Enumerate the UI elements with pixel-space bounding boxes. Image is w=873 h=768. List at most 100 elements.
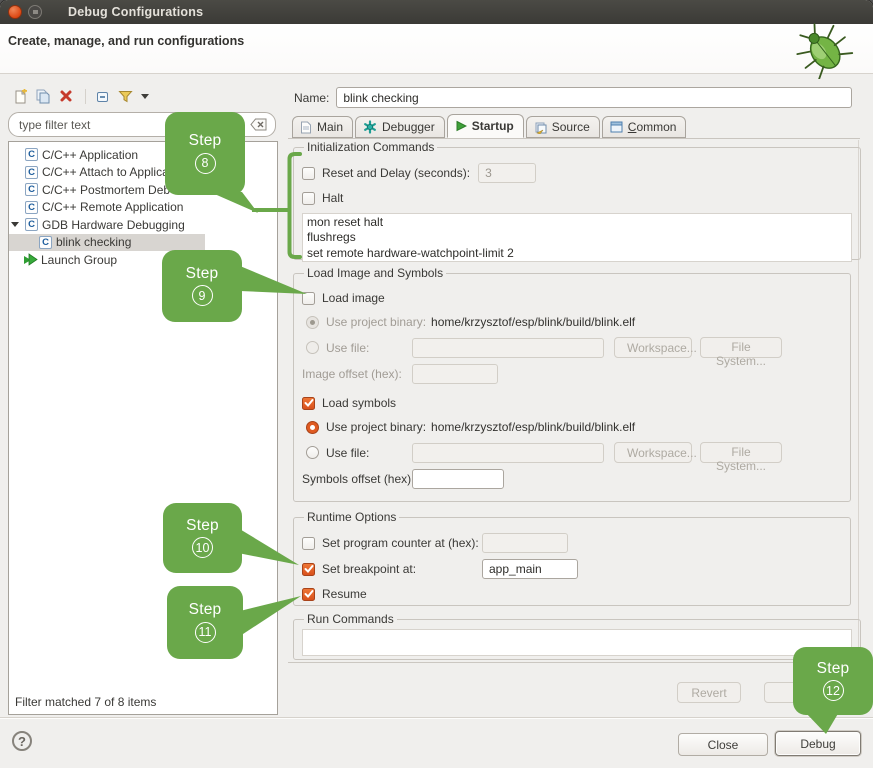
tree-item-cpp-remote[interactable]: C C/C++ Remote Application	[9, 199, 277, 217]
tab-label: Main	[317, 120, 343, 134]
load-image-checkbox[interactable]	[302, 292, 315, 305]
c-launch-icon: C	[25, 218, 38, 231]
debugger-tab-icon	[363, 120, 377, 134]
halt-checkbox[interactable]	[302, 192, 315, 205]
image-offset-input[interactable]	[412, 364, 498, 384]
tree-item-label: Launch Group	[41, 253, 117, 267]
set-pc-label: Set program counter at (hex):	[322, 536, 482, 550]
dialog-header: Create, manage, and run configurations	[0, 24, 873, 74]
step-number: 8	[195, 153, 216, 174]
tree-item-blink-checking[interactable]: C blink checking	[9, 234, 205, 252]
window-minimize-button[interactable]	[28, 5, 42, 19]
step-number: 12	[823, 680, 844, 701]
image-project-binary-path: home/krzysztof/esp/blink/build/blink.elf	[431, 315, 635, 329]
tab-debugger[interactable]: Debugger	[355, 116, 445, 138]
runtime-options-group: Runtime Options Set program counter at (…	[293, 510, 851, 606]
halt-row: Halt	[302, 189, 852, 207]
new-configuration-icon[interactable]	[10, 87, 30, 105]
tree-item-gdb-hardware[interactable]: C GDB Hardware Debugging	[9, 216, 277, 234]
beetle-icon	[785, 21, 863, 79]
init-commands-textarea[interactable]: mon reset halt flushregs set remote hard…	[302, 213, 852, 262]
step-label: Step	[817, 661, 850, 677]
symbols-filesystem-button[interactable]: File System...	[700, 442, 782, 463]
symbols-project-binary-radio[interactable]	[306, 421, 319, 434]
step-label: Step	[186, 518, 219, 534]
tab-main[interactable]: Main	[292, 116, 353, 138]
step-11-callout: Step 11	[167, 586, 243, 659]
tab-source[interactable]: Source	[526, 116, 600, 138]
symbols-workspace-button[interactable]: Workspace...	[614, 442, 692, 463]
tree-item-label: C/C++ Attach to Applica	[42, 165, 169, 179]
name-input[interactable]	[336, 87, 852, 108]
dialog-subtitle: Create, manage, and run configurations	[8, 34, 244, 48]
load-symbols-label: Load symbols	[322, 396, 396, 410]
close-button[interactable]: Close	[678, 733, 768, 756]
step-9-callout: Step 9	[162, 250, 242, 322]
step-number: 11	[195, 622, 216, 643]
reset-delay-label: Reset and Delay (seconds):	[322, 166, 470, 180]
tab-startup[interactable]: Startup	[447, 114, 524, 138]
startup-tab-icon	[455, 120, 467, 132]
symbols-project-binary-path: home/krzysztof/esp/blink/build/blink.elf	[431, 420, 635, 434]
group-legend: Run Commands	[304, 612, 397, 626]
image-use-file-radio[interactable]	[306, 341, 319, 354]
symbols-offset-label: Symbols offset (hex):	[302, 472, 412, 486]
tree-item-label: GDB Hardware Debugging	[42, 218, 185, 232]
tab-common[interactable]: Common	[602, 116, 687, 138]
step-12-callout: Step 12	[793, 647, 873, 715]
toolbar-dropdown-arrow-icon[interactable]	[141, 94, 149, 99]
step-10-callout: Step 10	[163, 503, 242, 573]
clear-filter-icon[interactable]	[250, 118, 267, 131]
image-project-binary-radio[interactable]	[306, 316, 319, 329]
resume-checkbox[interactable]	[302, 588, 315, 601]
image-file-input[interactable]	[412, 338, 604, 358]
filter-configurations-icon[interactable]	[115, 87, 135, 105]
main-tab-icon	[300, 121, 312, 134]
reset-delay-checkbox[interactable]	[302, 167, 315, 180]
c-launch-icon: C	[25, 166, 38, 179]
run-commands-textarea[interactable]	[302, 629, 852, 656]
group-legend: Load Image and Symbols	[304, 266, 446, 280]
c-launch-icon: C	[25, 201, 38, 214]
delete-configuration-icon[interactable]	[56, 87, 76, 105]
set-breakpoint-row: Set breakpoint at:	[302, 559, 842, 579]
load-image-symbols-group: Load Image and Symbols Load image Use pr…	[293, 266, 851, 502]
expanded-arrow-icon[interactable]	[11, 222, 19, 227]
load-image-row: Load image	[302, 289, 842, 307]
run-commands-group: Run Commands	[293, 612, 861, 660]
symbols-use-file-radio[interactable]	[306, 446, 319, 459]
help-button[interactable]: ?	[12, 731, 32, 751]
tree-item-label: C/C++ Postmortem Deb	[42, 183, 170, 197]
step-number: 9	[192, 285, 213, 306]
window-close-button[interactable]	[8, 5, 22, 19]
collapse-all-icon[interactable]	[92, 87, 112, 105]
toolbar-separator	[85, 89, 86, 104]
editor-tabs: Main Debugger Startup Source Common	[292, 114, 688, 138]
tree-item-label: C/C++ Application	[42, 148, 138, 162]
set-pc-input[interactable]	[482, 533, 568, 553]
image-filesystem-button[interactable]: File System...	[700, 337, 782, 358]
footer-separator	[0, 717, 873, 719]
symbols-project-binary-label: Use project binary:	[326, 420, 426, 434]
tab-label: Common	[628, 120, 677, 134]
set-pc-checkbox[interactable]	[302, 537, 315, 550]
load-symbols-checkbox[interactable]	[302, 397, 315, 410]
c-launch-icon: C	[39, 236, 52, 249]
breakpoint-input[interactable]	[482, 559, 578, 579]
step-8-callout: Step 8	[165, 112, 245, 195]
tab-underline	[288, 138, 860, 139]
tab-label: Debugger	[382, 120, 435, 134]
load-image-label: Load image	[322, 291, 385, 305]
revert-button[interactable]: Revert	[677, 682, 741, 703]
resume-row: Resume	[302, 585, 842, 603]
reset-delay-input[interactable]	[478, 163, 536, 183]
image-workspace-button[interactable]: Workspace...	[614, 337, 692, 358]
window-title: Debug Configurations	[68, 5, 203, 19]
set-breakpoint-checkbox[interactable]	[302, 563, 315, 576]
symbols-file-input[interactable]	[412, 443, 604, 463]
debug-button[interactable]: Debug	[775, 731, 861, 756]
tree-item-label: C/C++ Remote Application	[42, 200, 183, 214]
step-label: Step	[186, 266, 219, 282]
duplicate-configuration-icon[interactable]	[33, 87, 53, 105]
symbols-offset-input[interactable]	[412, 469, 504, 489]
